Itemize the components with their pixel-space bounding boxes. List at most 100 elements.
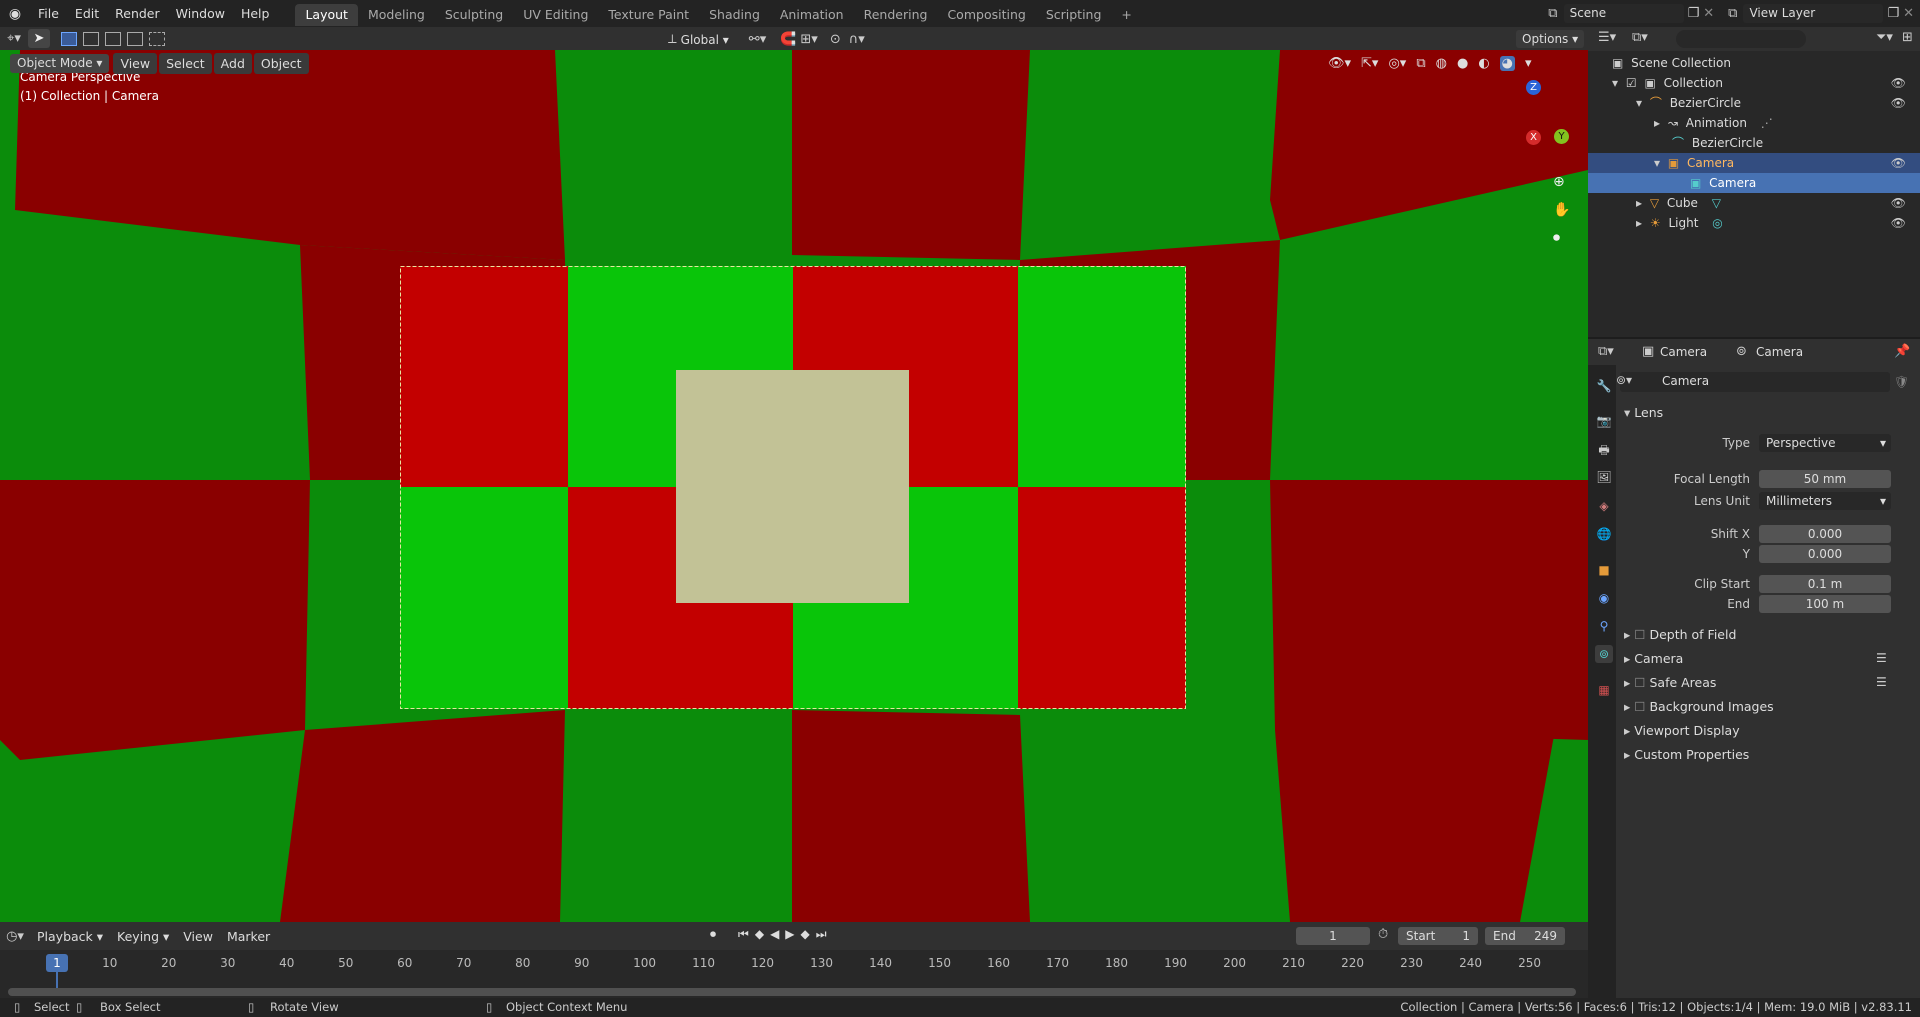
tab-rendering[interactable]: Rendering xyxy=(854,4,938,26)
start-frame-field[interactable]: Start 1 xyxy=(1398,927,1478,945)
menu-window[interactable]: Window xyxy=(168,0,233,27)
tab-sculpting[interactable]: Sculpting xyxy=(435,4,513,26)
panel-depth-of-field[interactable]: ▸ ☐ Depth of Field xyxy=(1624,627,1736,642)
eye-icon[interactable]: 👁 xyxy=(1891,213,1906,233)
options-dropdown[interactable]: Options ▾ xyxy=(1516,30,1585,48)
lens-panel-header[interactable]: ▾ Lens xyxy=(1624,405,1663,420)
select-mode-invert-icon[interactable] xyxy=(127,31,143,46)
proportional-falloff-icon[interactable]: ∩▾ xyxy=(849,32,865,47)
panel-safe-areas[interactable]: ▸ ☐ Safe Areas xyxy=(1624,675,1716,690)
presets-icon[interactable]: ☰ xyxy=(1876,651,1887,665)
clip-end-field[interactable]: 100 m xyxy=(1759,595,1891,613)
properties-type-icon[interactable]: ⧉▾ xyxy=(1598,344,1614,359)
physics-tab-icon[interactable]: ◉ xyxy=(1595,589,1613,607)
gizmo-z-axis[interactable]: Z xyxy=(1526,80,1541,95)
checkbox-icon[interactable]: ☐ xyxy=(1634,627,1645,642)
snap-icon[interactable]: 🧲 xyxy=(780,32,796,47)
expand-arrow-icon[interactable]: ▸ xyxy=(1654,116,1660,130)
select-tool-icon[interactable]: ➤ xyxy=(28,29,50,48)
render-tab-icon[interactable]: 📷 xyxy=(1595,412,1613,430)
next-keyframe-icon[interactable]: ◆ xyxy=(801,927,810,942)
delete-view-layer-icon[interactable]: ✕ xyxy=(1903,6,1914,21)
eye-icon[interactable]: 👁 xyxy=(1891,73,1906,93)
blender-logo-icon[interactable]: ◉ xyxy=(0,6,30,22)
timeline-type-icon[interactable]: ◷▾ xyxy=(0,929,30,944)
tab-animation[interactable]: Animation xyxy=(770,4,854,26)
proportional-edit-icon[interactable]: ⊙ xyxy=(830,32,841,47)
panel-camera[interactable]: ▸ Camera xyxy=(1624,651,1683,666)
view-layer-tab-icon[interactable]: 🖼 xyxy=(1595,468,1613,486)
tab-modeling[interactable]: Modeling xyxy=(358,4,435,26)
tab-layout[interactable]: Layout xyxy=(295,4,358,26)
camera-view-icon[interactable]: ⏺ xyxy=(1553,230,1560,246)
menu-help[interactable]: Help xyxy=(233,0,278,27)
datablock-selector[interactable]: ⊚▾ Camera xyxy=(1616,372,1890,392)
3d-viewport[interactable]: Camera Perspective (1) Collection | Came… xyxy=(0,50,1588,922)
select-mode-intersect-icon[interactable] xyxy=(149,31,165,46)
select-mode-extend-icon[interactable] xyxy=(83,31,99,46)
collapse-arrow-icon[interactable]: ▾ xyxy=(1612,76,1618,90)
pan-hand-icon[interactable]: ✋ xyxy=(1553,202,1570,218)
shift-y-field[interactable]: 0.000 xyxy=(1759,545,1891,563)
outliner-row-scene-collection[interactable]: ▣ Scene Collection xyxy=(1588,53,1920,73)
collapse-arrow-icon[interactable]: ▾ xyxy=(1654,156,1660,170)
shift-x-field[interactable]: 0.000 xyxy=(1759,525,1891,543)
jump-end-icon[interactable]: ⏭ xyxy=(816,927,827,942)
current-frame-field[interactable]: 1 xyxy=(1296,927,1370,945)
fake-user-icon[interactable]: 🛡 xyxy=(1894,375,1909,389)
menu-render[interactable]: Render xyxy=(107,0,168,27)
outliner-row-camera[interactable]: ▾ ▣ Camera 👁 xyxy=(1588,153,1920,173)
tab-shading[interactable]: Shading xyxy=(699,4,770,26)
timeline-scrollbar[interactable] xyxy=(8,988,1576,996)
new-view-layer-icon[interactable]: ❐ xyxy=(1887,6,1899,21)
filter-icon[interactable]: ⏷▾ xyxy=(1876,30,1893,45)
jump-start-icon[interactable]: ⏮ xyxy=(738,927,749,942)
eye-icon[interactable]: 👁 xyxy=(1891,93,1906,113)
delete-scene-icon[interactable]: ✕ xyxy=(1703,6,1714,21)
texture-tab-icon[interactable]: ▦ xyxy=(1595,681,1613,699)
select-mode-subtract-icon[interactable] xyxy=(105,31,121,46)
datablock-name[interactable]: Camera xyxy=(1662,374,1709,388)
outliner-row-light[interactable]: ▸ ☀ Light ◎ 👁 xyxy=(1588,213,1920,233)
editor-type-icon[interactable]: ⌖▾ xyxy=(0,31,28,46)
menu-select[interactable]: Select xyxy=(159,53,212,74)
eye-icon[interactable]: 👁 xyxy=(1891,153,1906,173)
constraints-tab-icon[interactable]: ⚲ xyxy=(1595,617,1613,635)
end-frame-field[interactable]: End 249 xyxy=(1485,927,1565,945)
cube-object[interactable] xyxy=(676,370,909,603)
camera-data-tab-icon[interactable]: ⊚ xyxy=(1595,645,1613,663)
focal-length-field[interactable]: 50 mm xyxy=(1759,470,1891,488)
pin-icon[interactable]: 📌 xyxy=(1894,344,1910,359)
view-layer-icon[interactable]: ⧉ xyxy=(1728,6,1737,21)
snap-target-icon[interactable]: ⊞▾ xyxy=(800,32,817,47)
gizmo-y-axis[interactable]: Y xyxy=(1554,129,1569,144)
tab-uv-editing[interactable]: UV Editing xyxy=(513,4,598,26)
tool-tab-icon[interactable]: 🔧 xyxy=(1595,377,1613,395)
checkbox-icon[interactable]: ☑ xyxy=(1626,76,1637,90)
clip-start-field[interactable]: 0.1 m xyxy=(1759,575,1891,593)
presets-icon[interactable]: ☰ xyxy=(1876,675,1887,689)
tab-texture-paint[interactable]: Texture Paint xyxy=(598,4,699,26)
collapse-arrow-icon[interactable]: ▾ xyxy=(1636,96,1642,110)
select-mode-new-icon[interactable] xyxy=(61,31,77,46)
menu-edit[interactable]: Edit xyxy=(67,0,107,27)
outliner-search-input[interactable] xyxy=(1676,30,1806,48)
add-workspace-button[interactable]: + xyxy=(1111,4,1141,26)
lens-unit-dropdown[interactable]: Millimeters ▾ xyxy=(1759,492,1891,510)
tab-compositing[interactable]: Compositing xyxy=(937,4,1035,26)
checkbox-icon[interactable]: ☐ xyxy=(1634,675,1645,690)
scene-tab-icon[interactable]: ◈ xyxy=(1595,497,1613,515)
menu-keying[interactable]: Keying ▾ xyxy=(110,926,176,947)
tab-scripting[interactable]: Scripting xyxy=(1036,4,1112,26)
scene-selector[interactable]: Scene xyxy=(1563,4,1684,23)
orientation-dropdown[interactable]: Global ▾ xyxy=(681,33,729,47)
prev-keyframe-icon[interactable]: ◆ xyxy=(755,927,764,942)
object-mode-dropdown[interactable]: Object Mode ▾ xyxy=(10,54,110,73)
expand-arrow-icon[interactable]: ▸ xyxy=(1636,216,1642,230)
new-collection-icon[interactable]: ⊞ xyxy=(1902,30,1913,45)
outliner-row-animation[interactable]: ▸ ↝ Animation ⋰ xyxy=(1588,113,1920,133)
outliner-row-camera-data[interactable]: ▣ Camera xyxy=(1588,173,1920,193)
navigation-gizmo[interactable]: Z X Y xyxy=(1490,80,1570,150)
play-icon[interactable]: ▶ xyxy=(785,927,794,942)
menu-add[interactable]: Add xyxy=(213,53,252,74)
